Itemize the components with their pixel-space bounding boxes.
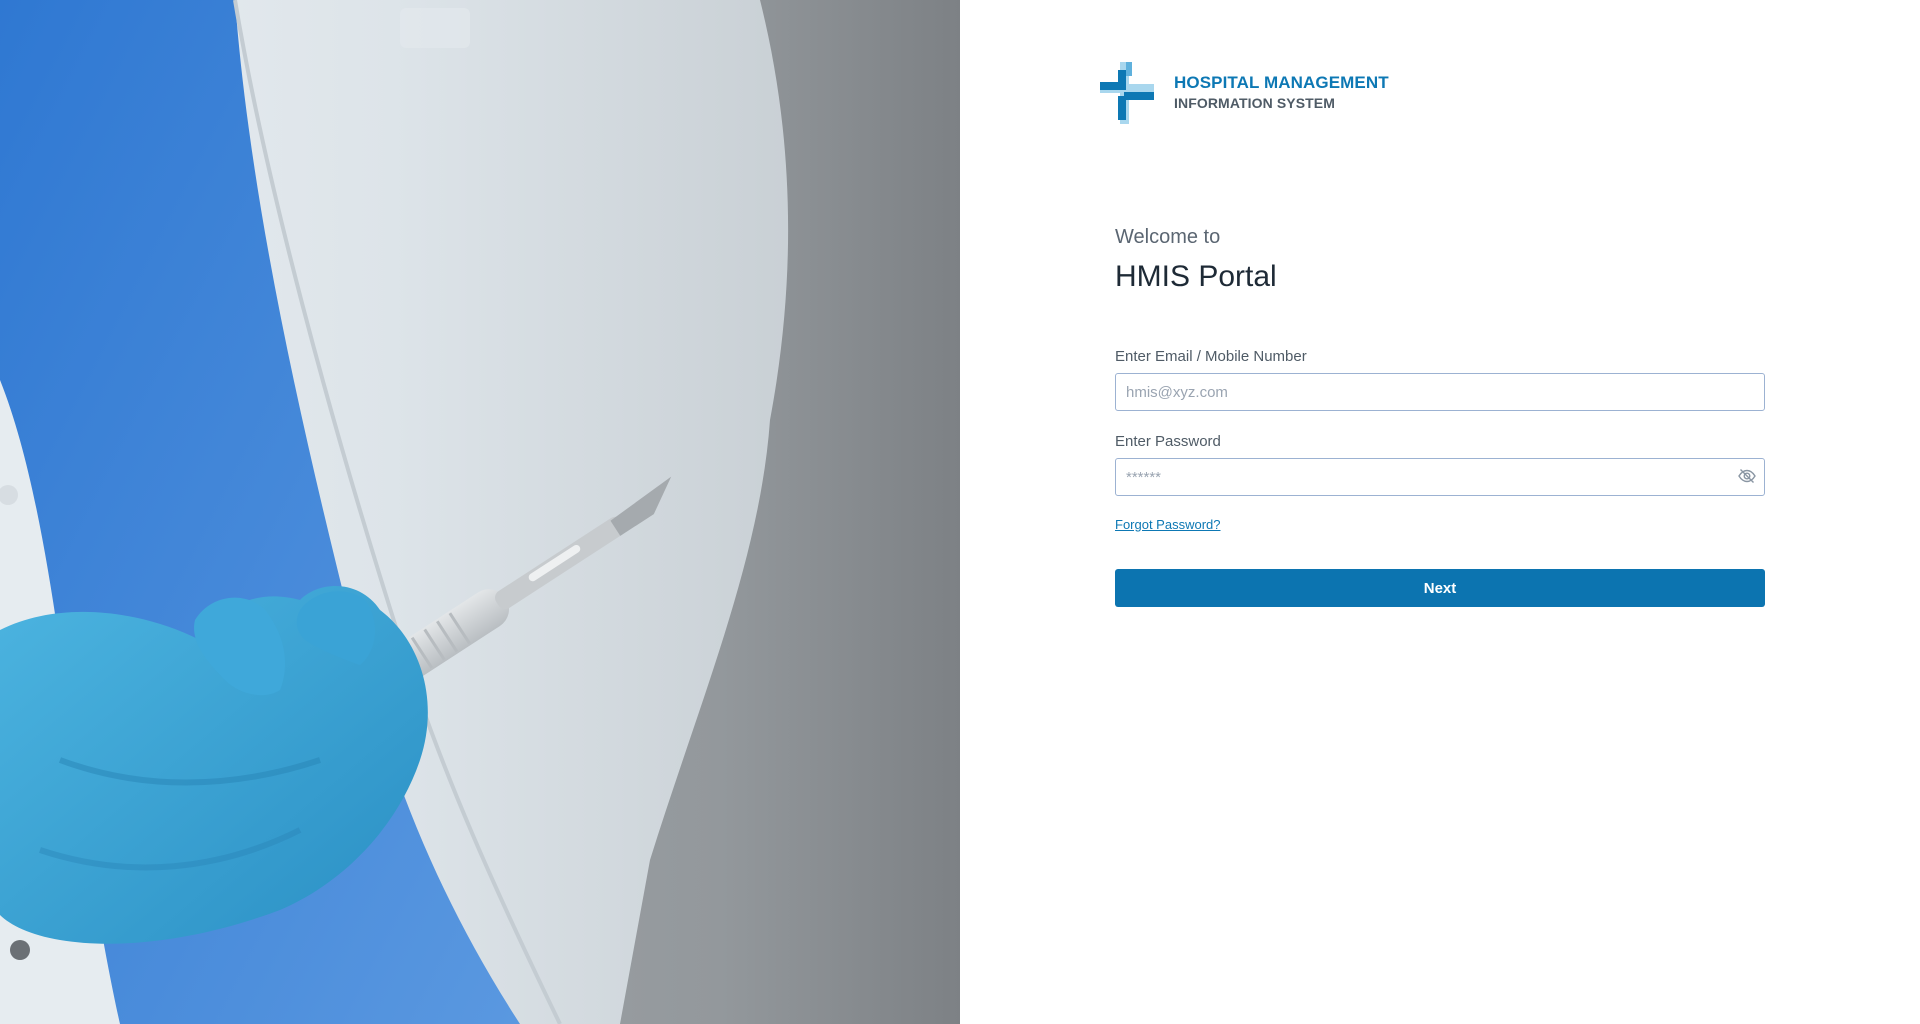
eye-slash-icon[interactable] xyxy=(1737,466,1757,486)
email-field-label: Enter Email / Mobile Number xyxy=(1115,348,1307,365)
brand-header: HOSPITAL MANAGEMENT INFORMATION SYSTEM xyxy=(1100,62,1389,124)
brand-name-line1: HOSPITAL MANAGEMENT xyxy=(1174,73,1389,92)
email-field[interactable] xyxy=(1115,373,1765,411)
password-field[interactable] xyxy=(1115,458,1765,496)
password-field-label: Enter Password xyxy=(1115,433,1221,450)
doctor-scalpel-illustration xyxy=(0,0,960,1024)
login-page: HOSPITAL MANAGEMENT INFORMATION SYSTEM W… xyxy=(0,0,1920,1024)
brand-name-line2: INFORMATION SYSTEM xyxy=(1174,95,1335,111)
hero-image xyxy=(0,0,960,1024)
next-button[interactable]: Next xyxy=(1115,569,1765,607)
medical-cross-logo-icon xyxy=(1100,62,1154,124)
login-panel: HOSPITAL MANAGEMENT INFORMATION SYSTEM W… xyxy=(960,0,1920,1024)
welcome-text: Welcome to xyxy=(1115,226,1221,248)
page-title: HMIS Portal xyxy=(1115,260,1277,293)
forgot-password-link[interactable]: Forgot Password? xyxy=(1115,517,1221,532)
brand-name: HOSPITAL MANAGEMENT INFORMATION SYSTEM xyxy=(1174,73,1389,113)
